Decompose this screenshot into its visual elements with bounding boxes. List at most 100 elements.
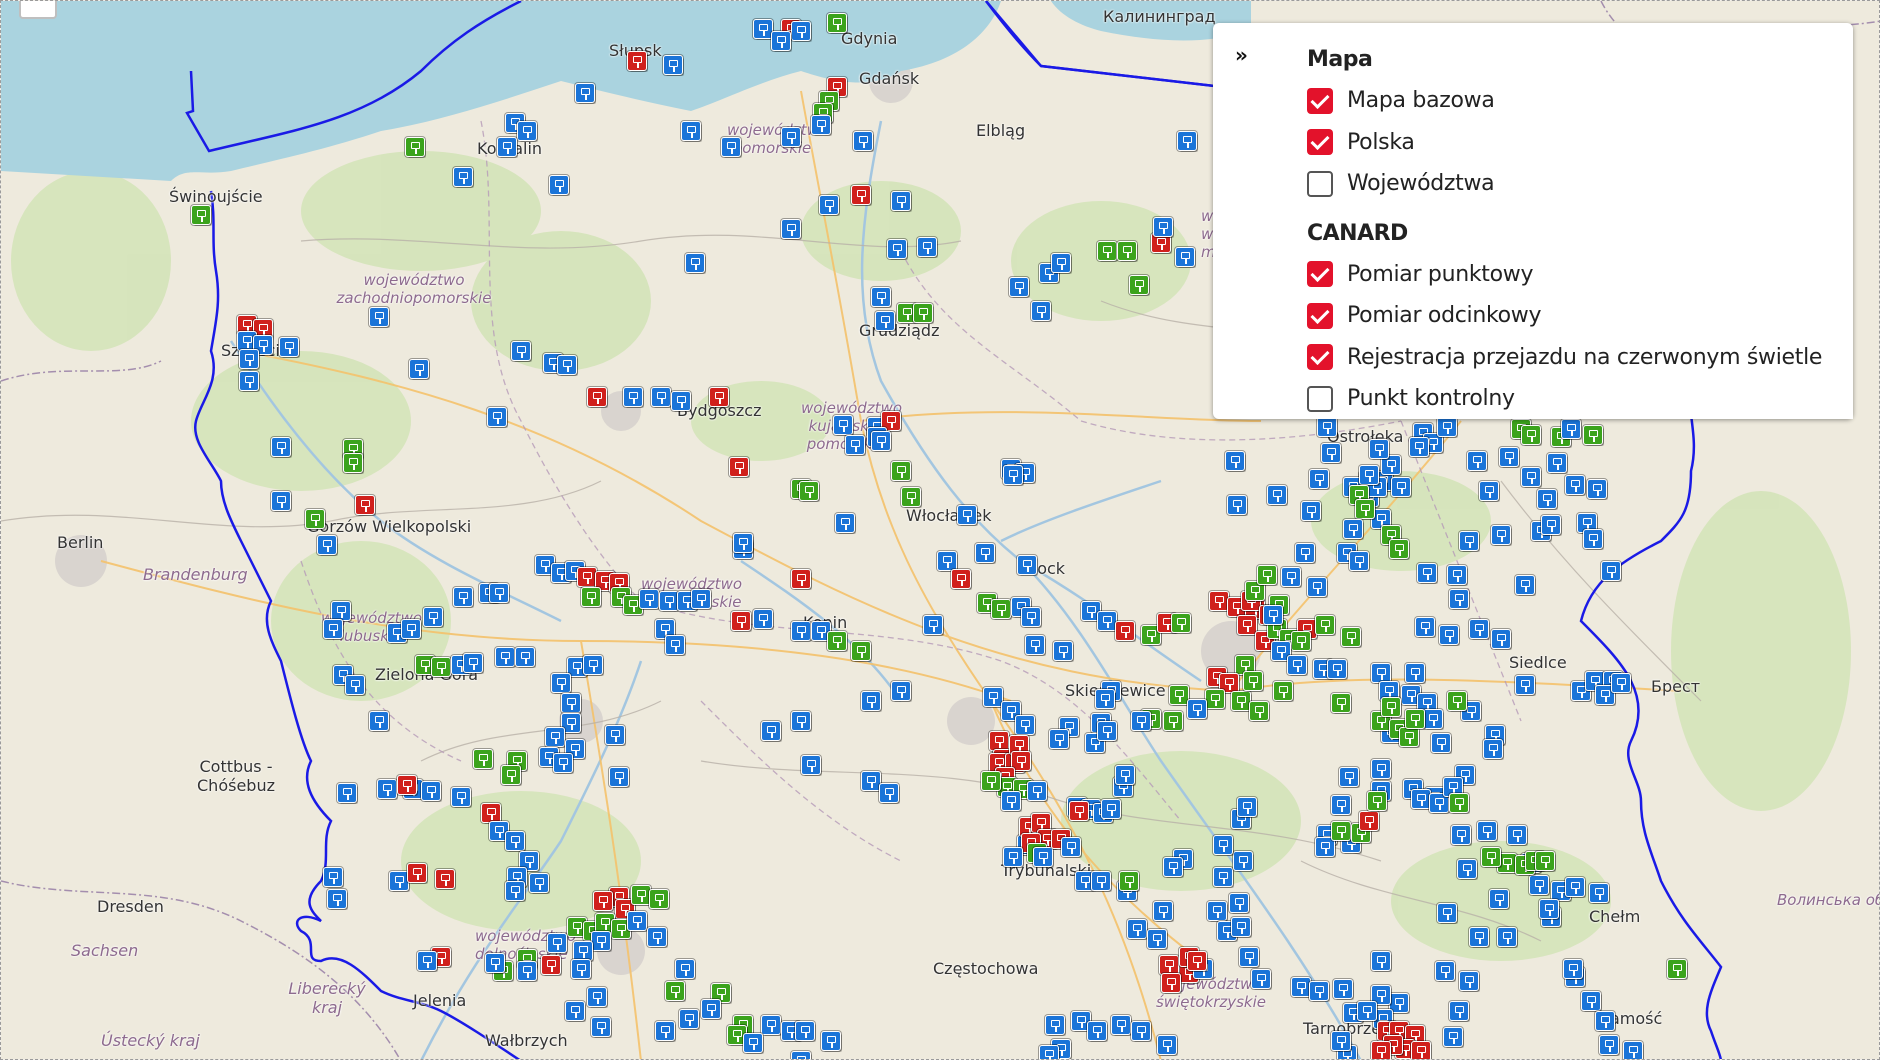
speed-camera-point-marker[interactable] [1003,465,1023,485]
speed-camera-point-marker[interactable] [1477,821,1497,841]
red-light-camera-marker[interactable] [1159,955,1179,975]
speed-camera-point-marker[interactable] [1469,927,1489,947]
speed-camera-point-marker[interactable] [511,341,531,361]
speed-camera-point-marker[interactable] [1489,889,1509,909]
speed-camera-point-marker[interactable] [681,121,701,141]
speed-camera-point-marker[interactable] [401,619,421,639]
map-canvas[interactable]: Калининград Gdynia Gdańsk Elbląg Słupsk … [0,0,1880,1060]
speed-camera-point-marker[interactable] [551,673,571,693]
speed-camera-section-marker[interactable] [191,205,211,225]
speed-camera-point-marker[interactable] [345,675,365,695]
speed-camera-point-marker[interactable] [1281,567,1301,587]
speed-camera-point-marker[interactable] [1153,217,1173,237]
red-light-camera-marker[interactable] [791,569,811,589]
speed-camera-point-marker[interactable] [1539,899,1559,919]
speed-camera-point-marker[interactable] [583,655,603,675]
layer-item-polska[interactable]: Polska [1307,122,1853,164]
speed-camera-section-marker[interactable] [1341,627,1361,647]
speed-camera-point-marker[interactable] [1339,767,1359,787]
speed-camera-section-marker[interactable] [649,889,669,909]
speed-camera-point-marker[interactable] [591,931,611,951]
speed-camera-point-marker[interactable] [1001,791,1021,811]
speed-camera-point-marker[interactable] [791,621,811,641]
speed-camera-point-marker[interactable] [1439,625,1459,645]
speed-camera-point-marker[interactable] [675,959,695,979]
speed-camera-point-marker[interactable] [547,933,567,953]
speed-camera-point-marker[interactable] [417,951,437,971]
speed-camera-point-marker[interactable] [1061,837,1081,857]
speed-camera-point-marker[interactable] [665,635,685,655]
speed-camera-section-marker[interactable] [1481,847,1501,867]
speed-camera-point-marker[interactable] [1601,561,1621,581]
speed-camera-section-marker[interactable] [891,461,911,481]
speed-camera-point-marker[interactable] [1437,903,1457,923]
speed-camera-point-marker[interactable] [453,167,473,187]
speed-camera-point-marker[interactable] [1053,641,1073,661]
speed-camera-point-marker[interactable] [853,131,873,151]
speed-camera-point-marker[interactable] [1045,1015,1065,1035]
speed-camera-point-marker[interactable] [1451,825,1471,845]
speed-camera-point-marker[interactable] [409,359,429,379]
speed-camera-point-marker[interactable] [1467,451,1487,471]
speed-camera-point-marker[interactable] [1239,947,1259,967]
speed-camera-point-marker[interactable] [1547,453,1567,473]
speed-camera-point-marker[interactable] [733,533,753,553]
speed-camera-point-marker[interactable] [1327,659,1347,679]
speed-camera-point-marker[interactable] [1021,607,1041,627]
speed-camera-point-marker[interactable] [571,959,591,979]
speed-camera-point-marker[interactable] [1623,1041,1643,1059]
speed-camera-point-marker[interactable] [1411,789,1431,809]
speed-camera-point-marker[interactable] [1213,867,1233,887]
speed-camera-point-marker[interactable] [1581,991,1601,1011]
speed-camera-point-marker[interactable] [1469,619,1489,639]
speed-camera-section-marker[interactable] [1097,241,1117,261]
speed-camera-point-marker[interactable] [327,889,347,909]
speed-camera-point-marker[interactable] [1417,563,1437,583]
speed-camera-point-marker[interactable] [891,681,911,701]
speed-camera-point-marker[interactable] [833,415,853,435]
collapse-toggle-button[interactable]: » [1235,43,1248,67]
speed-camera-point-marker[interactable] [1507,825,1527,845]
speed-camera-point-marker[interactable] [1497,927,1517,947]
red-light-camera-marker[interactable] [851,185,871,205]
red-light-camera-marker[interactable] [435,869,455,889]
speed-camera-point-marker[interactable] [549,175,569,195]
speed-camera-point-marker[interactable] [871,287,891,307]
speed-camera-point-marker[interactable] [1537,489,1557,509]
checkbox-unchecked-icon[interactable] [1307,385,1333,412]
layer-item-czerwone-swiatlo[interactable]: Rejestracja przejazdu na czerwonym świet… [1307,337,1853,379]
checkbox-checked-icon[interactable] [1307,302,1333,329]
speed-camera-point-marker[interactable] [497,137,517,157]
speed-camera-point-marker[interactable] [891,191,911,211]
red-light-camera-marker[interactable] [1411,1041,1431,1059]
red-light-camera-marker[interactable] [709,387,729,407]
speed-camera-point-marker[interactable] [1091,871,1111,891]
speed-camera-point-marker[interactable] [1291,977,1311,997]
layer-item-punkt-kontrolny[interactable]: Punkt kontrolny [1307,378,1853,420]
speed-camera-section-marker[interactable] [1257,565,1277,585]
speed-camera-section-marker[interactable] [1355,499,1375,519]
speed-camera-point-marker[interactable] [1237,797,1257,817]
speed-camera-point-marker[interactable] [957,505,977,525]
speed-camera-point-marker[interactable] [753,19,773,39]
checkbox-checked-icon[interactable] [1307,261,1333,288]
speed-camera-point-marker[interactable] [1147,929,1167,949]
speed-camera-point-marker[interactable] [1163,857,1183,877]
speed-camera-point-marker[interactable] [983,687,1003,707]
speed-camera-point-marker[interactable] [917,237,937,257]
speed-camera-point-marker[interactable] [671,391,691,411]
speed-camera-point-marker[interactable] [1177,131,1197,151]
speed-camera-point-marker[interactable] [1371,663,1391,683]
speed-camera-point-marker[interactable] [1267,485,1287,505]
speed-camera-point-marker[interactable] [1359,465,1379,485]
speed-camera-section-marker[interactable] [1163,711,1183,731]
speed-camera-point-marker[interactable] [1479,481,1499,501]
speed-camera-point-marker[interactable] [1213,835,1233,855]
checkbox-unchecked-icon[interactable] [1307,170,1333,197]
red-light-camera-marker[interactable] [355,495,375,515]
speed-camera-point-marker[interactable] [1131,1021,1151,1041]
speed-camera-section-marker[interactable] [1291,631,1311,651]
speed-camera-point-marker[interactable] [1157,1035,1177,1055]
speed-camera-section-marker[interactable] [1331,821,1351,841]
speed-camera-point-marker[interactable] [923,615,943,635]
